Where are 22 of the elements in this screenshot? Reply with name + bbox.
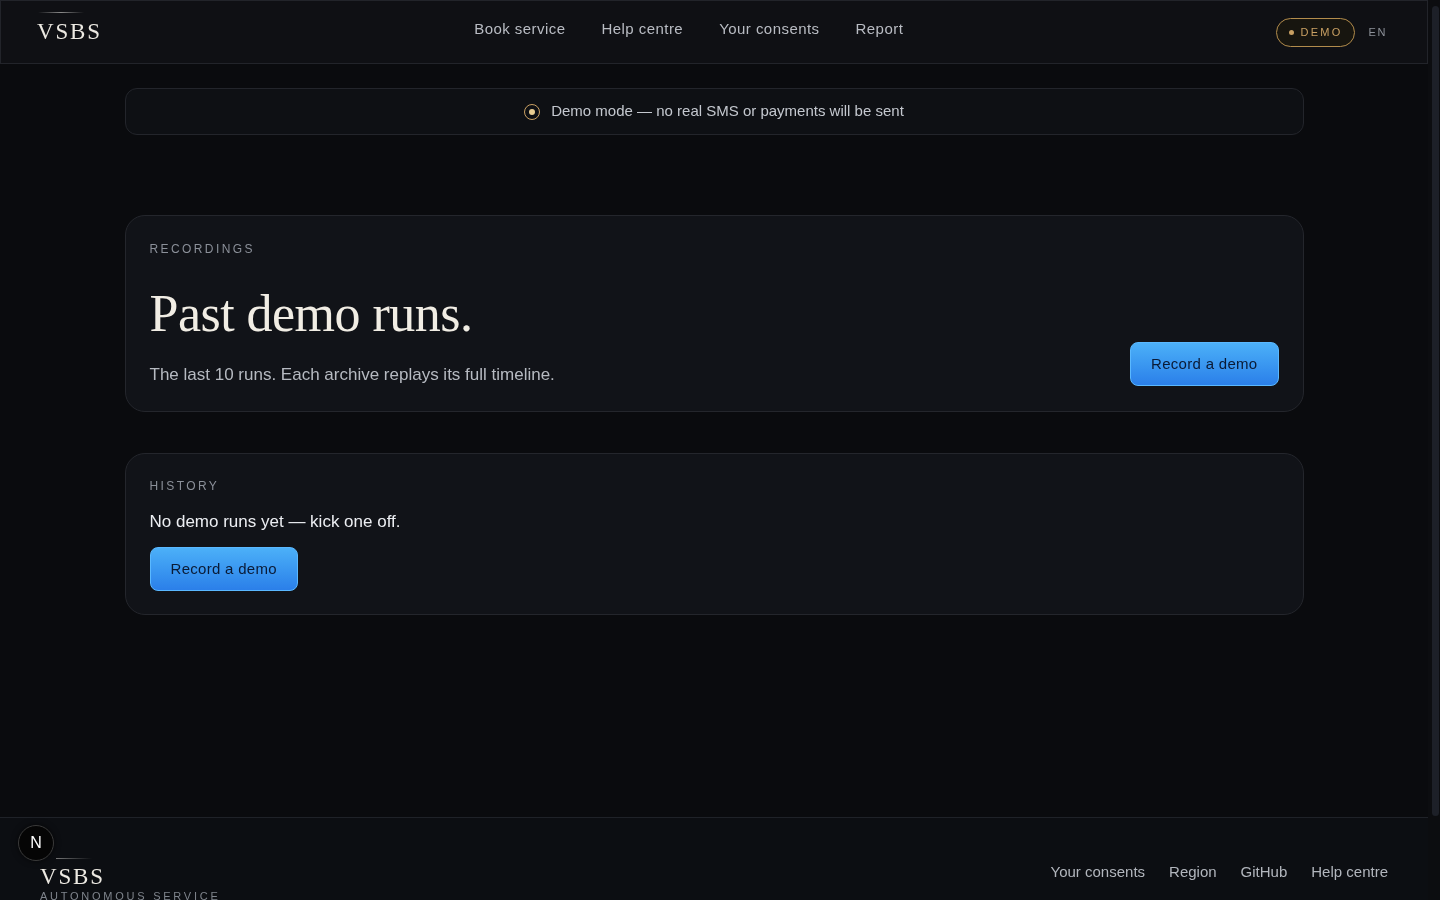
eyebrow-label: RECORDINGS <box>149 242 255 256</box>
footer-tagline: AUTONOMOUS SERVICE <box>40 890 221 900</box>
banner-text: Demo mode — no real SMS or payments will be sent <box>551 101 904 122</box>
page-heading: Past demo runs. <box>149 286 473 342</box>
nav-link[interactable]: Help centre <box>601 17 684 41</box>
record-demo-button[interactable]: Record a demo <box>149 547 298 591</box>
empty-state-message: No demo runs yet — kick one off. <box>149 511 401 533</box>
scrollbar-thumb[interactable] <box>1432 6 1439 816</box>
record-demo-button[interactable]: Record a demo <box>1130 342 1279 386</box>
logo[interactable]: VSBS <box>37 18 102 45</box>
section-description: The last 10 runs. Each archive replays its full timeline. <box>149 364 555 386</box>
language-button[interactable]: EN <box>1368 26 1387 38</box>
eyebrow-label: HISTORY <box>149 479 220 493</box>
footer-link[interactable]: Help centre <box>1311 863 1388 881</box>
nav-link[interactable]: Your consents <box>719 17 820 41</box>
nav-link[interactable]: Book service <box>474 17 566 41</box>
nav-link[interactable]: Report <box>855 17 904 41</box>
footer-link[interactable]: GitHub <box>1240 863 1288 881</box>
footer-link[interactable]: Region <box>1169 863 1217 881</box>
footer-logo[interactable]: VSBS <box>40 865 105 889</box>
footer-link[interactable]: Your consents <box>1050 863 1146 881</box>
demo-mode-badge: DEMO <box>1275 17 1356 47</box>
